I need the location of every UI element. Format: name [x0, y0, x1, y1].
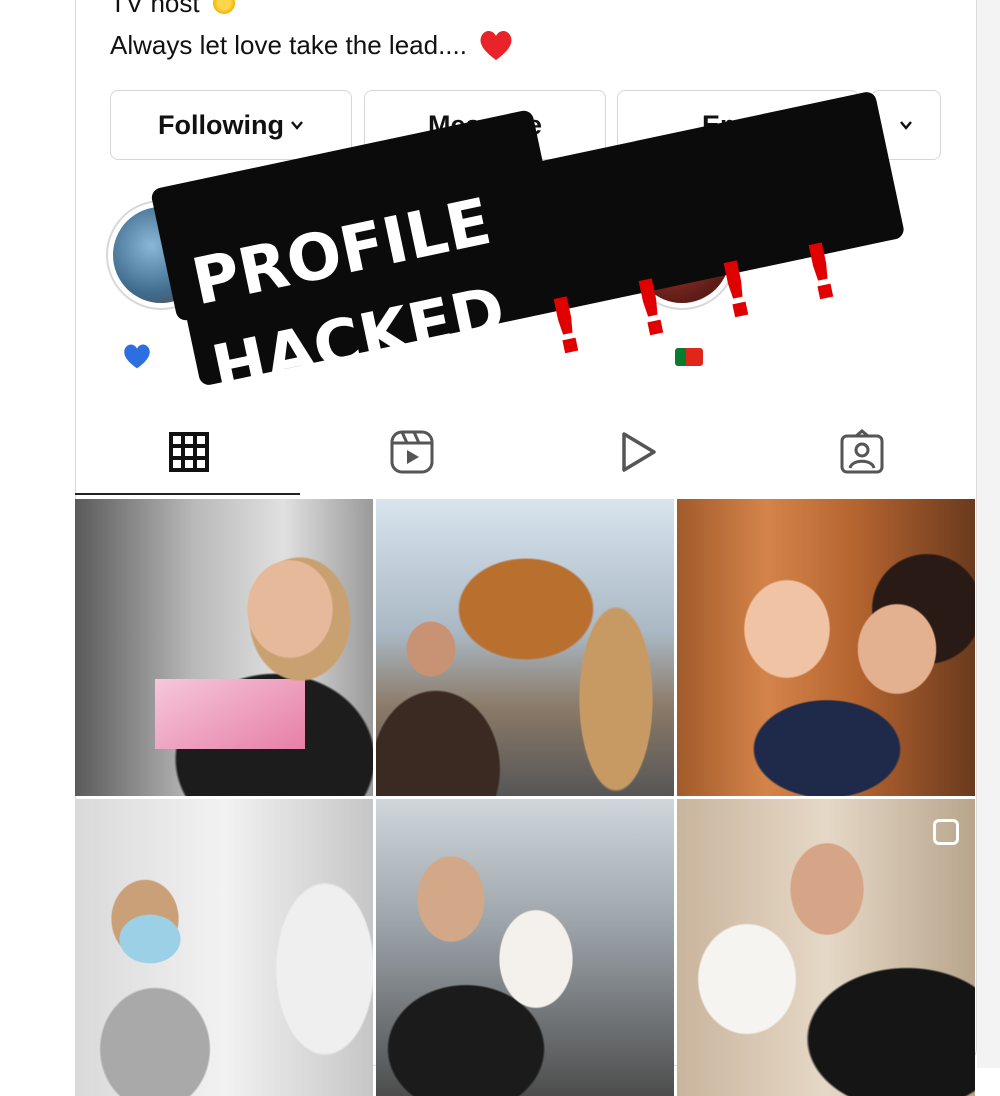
- post-thumbnail-3[interactable]: [677, 499, 975, 796]
- portugal-flag-emoji-icon: [675, 348, 703, 366]
- post-thumbnail-5[interactable]: [376, 799, 674, 1096]
- multi-photo-icon: [933, 819, 959, 845]
- grid-icon[interactable]: [165, 428, 213, 476]
- video-play-icon[interactable]: [614, 428, 662, 476]
- reels-icon[interactable]: [388, 428, 436, 476]
- post-thumbnail-2[interactable]: [376, 499, 674, 796]
- following-button[interactable]: Following: [110, 90, 352, 160]
- chevron-down-icon: [291, 121, 303, 130]
- red-heart-emoji-icon: [480, 30, 512, 60]
- selected-tab-indicator: [75, 493, 300, 495]
- page-scrollbar[interactable]: [977, 0, 1000, 1068]
- following-label: Following: [158, 109, 284, 140]
- post-thumbnail-6[interactable]: [677, 799, 975, 1096]
- post-thumbnail-4[interactable]: [75, 799, 373, 1096]
- tagged-person-icon[interactable]: [838, 428, 886, 476]
- chevron-down-icon: [900, 121, 912, 130]
- post-thumbnail-1[interactable]: [75, 499, 373, 796]
- bio-text-2: Always let love take the lead....: [110, 30, 467, 60]
- bio-line-1: TV host: [110, 0, 235, 19]
- bio-line-2: Always let love take the lead....: [110, 28, 514, 62]
- star-emoji-icon: [212, 0, 235, 14]
- bio-text-1: TV host: [110, 0, 200, 18]
- blue-heart-emoji-icon: [124, 344, 150, 369]
